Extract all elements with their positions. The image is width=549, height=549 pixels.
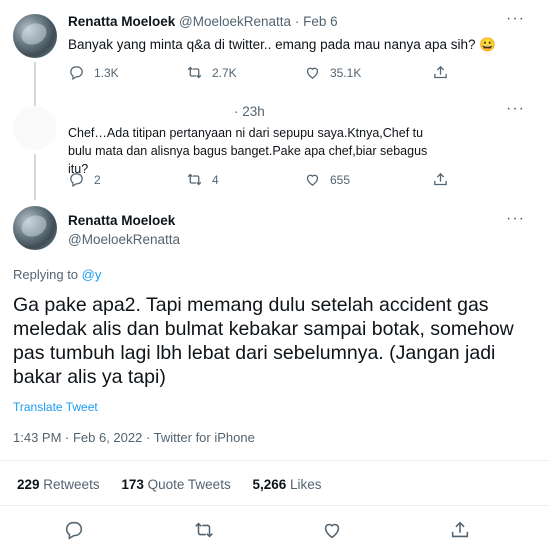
share-icon	[434, 172, 447, 186]
tweet-actions: 1.3K 2.7K 35.1K	[68, 64, 458, 81]
author-handle[interactable]: @MoeloekRenatta	[179, 14, 291, 29]
reply-count: 1.3K	[94, 65, 119, 80]
divider	[0, 460, 549, 461]
avatar[interactable]	[13, 206, 57, 250]
thread-line	[34, 154, 36, 200]
tweet-stats: 229 Retweets 173 Quote Tweets 5,266 Like…	[17, 477, 322, 492]
more-icon[interactable]: ···	[506, 10, 525, 28]
likes-label: Likes	[290, 477, 322, 492]
reply-icon	[70, 173, 83, 188]
retweet-count: 2.7K	[212, 65, 237, 80]
avatar[interactable]	[13, 106, 57, 150]
retweets-count: 229	[17, 477, 40, 492]
likes-count: 5,266	[252, 477, 287, 492]
retweet-icon	[195, 522, 213, 538]
retweet-icon	[187, 66, 202, 79]
reply-icon	[65, 521, 83, 540]
like-icon	[306, 174, 319, 186]
retweet-button[interactable]: 4	[186, 171, 304, 188]
more-icon[interactable]: ···	[506, 210, 525, 228]
translate-link[interactable]: Translate Tweet	[13, 400, 98, 414]
replying-to: Replying to @y	[13, 267, 101, 282]
thread-line	[34, 62, 36, 106]
retweets-stat[interactable]: 229 Retweets	[17, 477, 100, 492]
like-count: 35.1K	[330, 65, 362, 80]
reply-button[interactable]: 2	[68, 171, 186, 188]
divider	[0, 505, 549, 506]
tweet-text: Chef…Ada titipan pertanyaan ni dari sepu…	[68, 126, 428, 176]
likes-stat[interactable]: 5,266 Likes	[252, 477, 321, 492]
separator: ·	[294, 14, 300, 29]
main-actions	[0, 519, 549, 541]
tweet-text: Banyak yang minta q&a di twitter.. emang…	[68, 37, 497, 52]
reply-button[interactable]: 1.3K	[68, 64, 186, 81]
retweet-button[interactable]	[193, 519, 215, 541]
tweet-header: · 23h	[234, 104, 265, 119]
author-handle[interactable]: @MoeloekRenatta	[68, 232, 180, 247]
like-icon	[324, 523, 340, 539]
share-button[interactable]	[432, 171, 458, 188]
like-button[interactable]: 35.1K	[304, 64, 432, 81]
more-icon[interactable]: ···	[506, 100, 525, 118]
quotes-count: 173	[121, 477, 144, 492]
tweet-meta[interactable]: 1:43 PM · Feb 6, 2022 · Twitter for iPho…	[13, 430, 255, 445]
retweets-label: Retweets	[43, 477, 100, 492]
share-icon	[451, 521, 469, 538]
avatar[interactable]	[13, 14, 57, 58]
reply-icon	[70, 66, 83, 81]
tweet-time[interactable]: · 23h	[234, 104, 265, 119]
like-count: 655	[330, 172, 351, 187]
tweet-actions: 2 4 655	[68, 171, 458, 188]
quotes-stat[interactable]: 173 Quote Tweets	[121, 477, 230, 492]
author-name[interactable]: Renatta Moeloek	[68, 213, 175, 228]
retweet-icon	[187, 173, 202, 186]
reply-count: 2	[94, 172, 101, 187]
retweet-button[interactable]: 2.7K	[186, 64, 304, 81]
share-button[interactable]	[432, 64, 458, 81]
share-button[interactable]	[449, 519, 471, 541]
tweet-header: Renatta Moeloek @MoeloekRenatta · Feb 6	[68, 14, 338, 29]
like-icon	[306, 67, 319, 79]
reply-button[interactable]	[63, 519, 85, 541]
tweet-time[interactable]: Feb 6	[303, 14, 338, 29]
retweet-count: 4	[212, 172, 219, 187]
replying-mention[interactable]: @y	[82, 267, 102, 282]
author-name[interactable]: Renatta Moeloek	[68, 14, 175, 29]
like-button[interactable]: 655	[304, 171, 432, 188]
share-icon	[434, 65, 447, 79]
replying-prefix: Replying to	[13, 267, 82, 282]
like-button[interactable]	[321, 519, 343, 541]
tweet-text: Ga pake apa2. Tapi memang dulu setelah a…	[13, 294, 514, 388]
quotes-label: Quote Tweets	[147, 477, 231, 492]
